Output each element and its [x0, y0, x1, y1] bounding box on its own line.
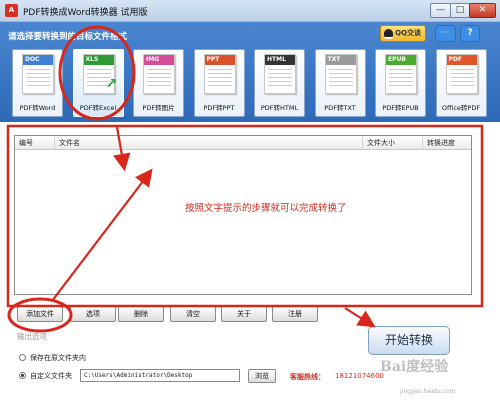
annotation-overlay [6, 25, 484, 333]
table-highlight-frame [6, 124, 484, 308]
baidu-watermark: Bai度经验 [380, 359, 449, 375]
arrow-start-annotation [344, 307, 376, 328]
arrow-down-annotation [113, 126, 131, 172]
add-file-highlight-circle [7, 297, 73, 333]
baidu-watermark-url: jingyan.baidu.com [400, 388, 456, 395]
arrow-up-annotation [51, 168, 153, 302]
excel-highlight-circle [58, 25, 136, 121]
